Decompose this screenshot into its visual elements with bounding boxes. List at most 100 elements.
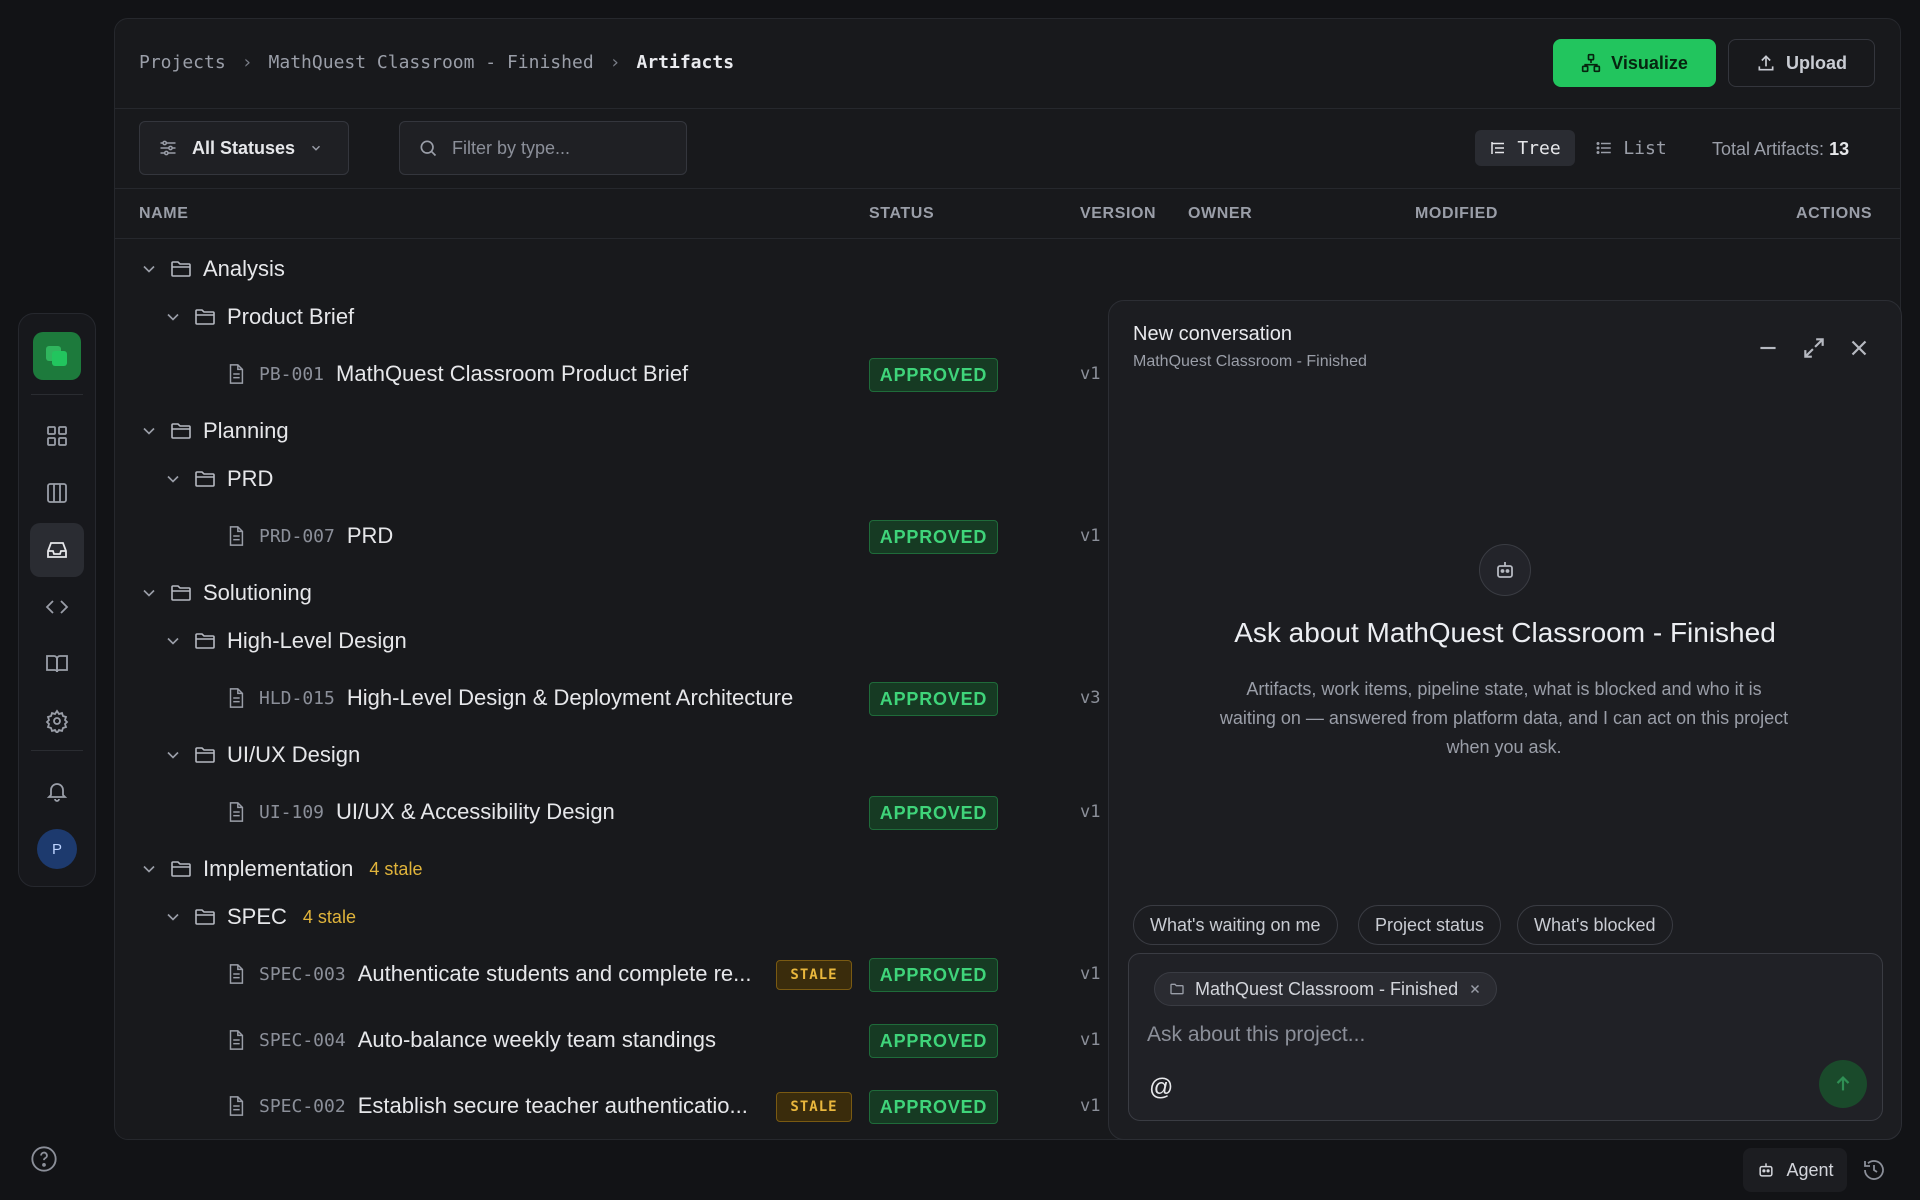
artifact-name[interactable]: Authenticate students and complete re... bbox=[358, 961, 752, 987]
tree-folder-implementation[interactable]: Implementation 4 stale bbox=[139, 856, 422, 882]
folder-icon bbox=[169, 257, 193, 281]
folder-icon bbox=[1169, 981, 1185, 997]
artifact-name[interactable]: Establish secure teacher authenticatio..… bbox=[358, 1093, 748, 1119]
breadcrumb-project[interactable]: MathQuest Classroom - Finished bbox=[269, 52, 594, 73]
artifact-name[interactable]: MathQuest Classroom Product Brief bbox=[336, 361, 688, 387]
close-icon[interactable] bbox=[1468, 982, 1482, 996]
view-list-label: List bbox=[1623, 137, 1667, 159]
avatar[interactable]: P bbox=[37, 829, 77, 869]
artifact-name[interactable]: Auto-balance weekly team standings bbox=[358, 1027, 716, 1053]
version-label: v1 bbox=[1080, 1096, 1101, 1116]
suggestion-chip[interactable]: Project status bbox=[1358, 905, 1502, 945]
artifact-row[interactable]: SPEC-004 Auto-balance weekly team standi… bbox=[225, 1027, 716, 1053]
document-icon bbox=[225, 687, 247, 709]
column-header: VERSION bbox=[1080, 205, 1157, 222]
gear-icon[interactable] bbox=[30, 694, 84, 748]
inbox-icon[interactable] bbox=[30, 523, 84, 577]
chevron-down-icon[interactable] bbox=[139, 859, 159, 879]
artifact-row[interactable]: UI-109 UI/UX & Accessibility Design bbox=[225, 799, 615, 825]
chevron-down-icon[interactable] bbox=[163, 631, 183, 651]
chevron-down-icon[interactable] bbox=[163, 907, 183, 927]
breadcrumb-current: Artifacts bbox=[636, 52, 735, 73]
upload-icon bbox=[1756, 53, 1776, 73]
ask-description: Artifacts, work items, pipeline state, w… bbox=[1219, 679, 1789, 757]
artifact-code: PRD-007 bbox=[259, 525, 335, 547]
chat-title: New conversation bbox=[1133, 323, 1292, 345]
suggestion-chip[interactable]: What's blocked bbox=[1517, 905, 1673, 945]
context-chip-label: MathQuest Classroom - Finished bbox=[1195, 978, 1459, 999]
artifact-row[interactable]: SPEC-003 Authenticate students and compl… bbox=[225, 961, 752, 987]
artifact-name[interactable]: PRD bbox=[347, 523, 393, 549]
folder-icon bbox=[169, 419, 193, 443]
suggestion-chip[interactable]: What's waiting on me bbox=[1133, 905, 1338, 945]
bot-icon bbox=[1756, 1160, 1776, 1180]
mention-button[interactable]: @ bbox=[1149, 1074, 1173, 1102]
version-label: v1 bbox=[1080, 964, 1101, 984]
tree-folder-prd[interactable]: PRD bbox=[163, 466, 273, 492]
folder-label: Analysis bbox=[203, 256, 285, 281]
artifact-name[interactable]: High-Level Design & Deployment Architect… bbox=[347, 685, 793, 711]
stale-count: 4 stale bbox=[369, 858, 423, 879]
tree-folder-analysis[interactable]: Analysis bbox=[139, 256, 285, 282]
folder-label: SPEC bbox=[227, 904, 287, 929]
artifact-row[interactable]: PB-001 MathQuest Classroom Product Brief bbox=[225, 361, 688, 387]
chevron-down-icon[interactable] bbox=[139, 583, 159, 603]
version-label: v1 bbox=[1080, 526, 1101, 546]
chat-composer: MathQuest Classroom - Finished @ bbox=[1128, 953, 1883, 1121]
view-list-button[interactable]: List bbox=[1591, 130, 1671, 166]
chevron-down-icon[interactable] bbox=[139, 259, 159, 279]
tree-folder-high-level-design[interactable]: High-Level Design bbox=[163, 628, 407, 654]
document-icon bbox=[225, 801, 247, 823]
folder-icon bbox=[193, 629, 217, 653]
status-filter-select[interactable]: All Statuses bbox=[139, 121, 349, 175]
ask-title: Ask about MathQuest Classroom - Finished bbox=[1234, 617, 1776, 648]
total-label: Total Artifacts: bbox=[1712, 139, 1825, 159]
tree-folder-uiux-design[interactable]: UI/UX Design bbox=[163, 742, 360, 768]
stale-badge: STALE bbox=[776, 960, 852, 990]
minimize-icon[interactable] bbox=[1755, 335, 1781, 361]
status-badge: APPROVED bbox=[869, 796, 998, 830]
book-icon[interactable] bbox=[30, 637, 84, 691]
folder-icon bbox=[193, 305, 217, 329]
tree-folder-solutioning[interactable]: Solutioning bbox=[139, 580, 312, 606]
close-icon[interactable] bbox=[1846, 335, 1872, 361]
chevron-down-icon[interactable] bbox=[139, 421, 159, 441]
bell-icon[interactable] bbox=[30, 764, 84, 818]
document-icon bbox=[225, 363, 247, 385]
breadcrumb-projects[interactable]: Projects bbox=[139, 52, 226, 73]
type-filter-input[interactable] bbox=[452, 137, 652, 159]
send-button[interactable] bbox=[1819, 1060, 1867, 1108]
chat-input[interactable] bbox=[1147, 1018, 1847, 1052]
agent-button[interactable]: Agent bbox=[1743, 1148, 1847, 1192]
view-tree-button[interactable]: Tree bbox=[1475, 130, 1575, 166]
context-chip[interactable]: MathQuest Classroom - Finished bbox=[1154, 972, 1498, 1006]
history-icon[interactable] bbox=[1862, 1158, 1886, 1182]
artifact-row[interactable]: PRD-007 PRD bbox=[225, 523, 393, 549]
tree-icon bbox=[1489, 139, 1507, 157]
upload-button[interactable]: Upload bbox=[1728, 39, 1875, 87]
column-header: NAME bbox=[139, 205, 189, 222]
chevron-down-icon[interactable] bbox=[163, 469, 183, 489]
chevron-down-icon[interactable] bbox=[163, 745, 183, 765]
agent-label: Agent bbox=[1786, 1159, 1834, 1180]
folder-icon bbox=[193, 743, 217, 767]
code-icon[interactable] bbox=[30, 580, 84, 634]
folder-icon bbox=[169, 581, 193, 605]
tree-folder-product-brief[interactable]: Product Brief bbox=[163, 304, 354, 330]
artifact-row[interactable]: SPEC-002 Establish secure teacher authen… bbox=[225, 1093, 748, 1119]
logo-icon[interactable] bbox=[33, 332, 81, 380]
expand-icon[interactable] bbox=[1801, 335, 1827, 361]
status-badge: APPROVED bbox=[869, 1090, 998, 1124]
grid-icon[interactable] bbox=[30, 409, 84, 463]
help-icon[interactable] bbox=[30, 1145, 58, 1173]
type-filter[interactable] bbox=[399, 121, 687, 175]
chevron-right-icon: › bbox=[241, 52, 253, 73]
tree-folder-spec[interactable]: SPEC 4 stale bbox=[163, 904, 356, 930]
tree-folder-planning[interactable]: Planning bbox=[139, 418, 289, 444]
board-icon[interactable] bbox=[30, 466, 84, 520]
chevron-down-icon[interactable] bbox=[163, 307, 183, 327]
visualize-button[interactable]: Visualize bbox=[1553, 39, 1716, 87]
version-label: v1 bbox=[1080, 364, 1101, 384]
artifact-row[interactable]: HLD-015 High-Level Design & Deployment A… bbox=[225, 685, 793, 711]
artifact-name[interactable]: UI/UX & Accessibility Design bbox=[336, 799, 615, 825]
